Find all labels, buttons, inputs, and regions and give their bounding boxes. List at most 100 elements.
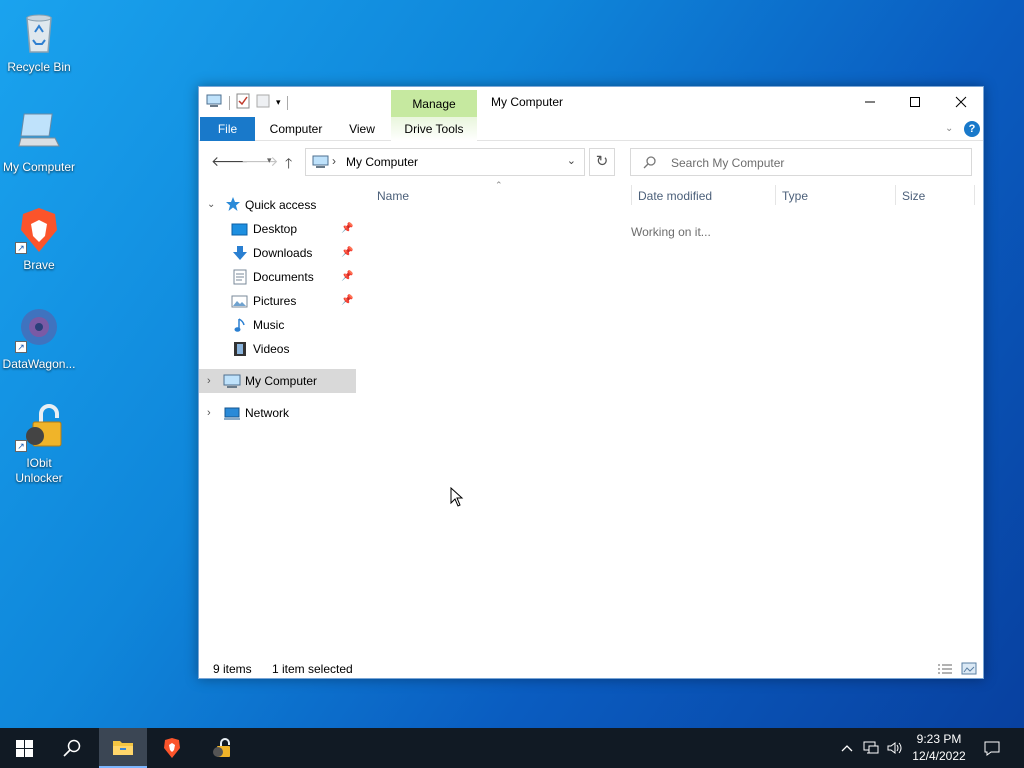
up-button[interactable]: 🡑 xyxy=(285,153,292,177)
show-hidden-icons-button[interactable] xyxy=(838,728,856,768)
column-header-date-modified[interactable]: Date modified xyxy=(638,189,712,203)
clock[interactable]: 9:23 PM 12/4/2022 xyxy=(907,731,971,765)
taskbar-iobit-unlocker[interactable] xyxy=(196,728,244,768)
column-separator[interactable] xyxy=(974,185,975,205)
search-input[interactable]: Search My Computer xyxy=(630,148,972,176)
mouse-cursor-icon xyxy=(450,486,464,510)
expand-chevron-icon[interactable]: › xyxy=(207,401,211,425)
network-tray-button[interactable] xyxy=(860,728,882,768)
column-separator[interactable] xyxy=(895,185,896,205)
address-row: 🡐 🡒 ▾ 🡑 › My Computer ⌄ ↻ Search My Comp… xyxy=(199,141,983,181)
desktop-icon-label: My Computer xyxy=(2,160,76,174)
network-icon xyxy=(863,741,879,754)
navigation-pane: ⌄ Quick access Desktop 📌 Downloads 📌 Doc… xyxy=(199,181,356,659)
nav-label: Documents xyxy=(253,270,314,284)
recent-locations-icon[interactable]: ▾ xyxy=(267,155,272,166)
datawagon-icon: ↗ xyxy=(15,305,63,353)
sort-up-icon: ⌃ xyxy=(495,180,503,190)
nav-label: Downloads xyxy=(253,246,313,260)
nav-music[interactable]: Music xyxy=(199,313,356,337)
brave-icon: ↗ xyxy=(15,206,63,254)
status-bar: 9 items 1 item selected xyxy=(199,659,983,679)
customize-toolbar-icon[interactable]: ▾ xyxy=(276,97,281,108)
desktop-icon-brave[interactable]: ↗ Brave xyxy=(1,206,77,273)
taskbar-file-explorer[interactable] xyxy=(99,728,147,768)
nav-my-computer[interactable]: › My Computer xyxy=(199,369,356,393)
desktop-icon-iobit-unlocker[interactable]: ↗ IObit Unlocker xyxy=(1,404,77,486)
nav-network[interactable]: › Network xyxy=(199,401,356,425)
minimize-button[interactable] xyxy=(847,87,893,117)
manage-tab[interactable]: Manage xyxy=(391,90,477,118)
nav-label: My Computer xyxy=(245,374,318,388)
taskbar-brave[interactable] xyxy=(148,728,196,768)
pin-icon: 📌 xyxy=(341,295,354,306)
network-icon xyxy=(223,405,241,429)
search-button[interactable] xyxy=(48,728,96,768)
desktop-icon-my-computer[interactable]: My Computer xyxy=(1,108,77,175)
recycle-bin-icon xyxy=(15,8,63,56)
selection-count: 1 item selected xyxy=(272,662,353,676)
shortcut-arrow-icon: ↗ xyxy=(15,341,27,353)
taskbar: 9:23 PM 12/4/2022 xyxy=(0,728,1024,768)
computer-icon xyxy=(15,108,63,156)
tab-computer[interactable]: Computer xyxy=(261,117,331,141)
computer-icon[interactable] xyxy=(205,94,223,111)
close-button[interactable] xyxy=(938,87,984,117)
breadcrumb-chevron-icon: › xyxy=(332,154,336,168)
column-separator[interactable] xyxy=(775,185,776,205)
nav-documents[interactable]: Documents 📌 xyxy=(199,265,356,289)
help-icon[interactable]: ? xyxy=(964,121,980,137)
item-count: 9 items xyxy=(213,662,252,676)
nav-desktop[interactable]: Desktop 📌 xyxy=(199,217,356,241)
collapse-chevron-icon[interactable]: ⌄ xyxy=(207,193,215,217)
desktop-icon-datawagon[interactable]: ↗ DataWagon... xyxy=(1,305,77,372)
title-bar: ▾ Manage My Computer xyxy=(199,87,984,118)
volume-tray-button[interactable] xyxy=(884,728,906,768)
nav-videos[interactable]: Videos xyxy=(199,337,356,361)
search-placeholder: Search My Computer xyxy=(671,156,785,170)
forward-button[interactable]: 🡒 xyxy=(241,153,279,170)
file-list: ⌃ Name Date modified Type Size Working o… xyxy=(359,180,979,659)
tab-file[interactable]: File xyxy=(200,117,255,141)
column-header-name[interactable]: Name xyxy=(377,189,409,203)
search-icon xyxy=(63,739,81,757)
iobit-unlocker-icon: ↗ xyxy=(15,404,63,452)
computer-icon xyxy=(312,155,330,172)
expand-ribbon-icon[interactable]: ⌄ xyxy=(945,123,953,134)
nav-pictures[interactable]: Pictures 📌 xyxy=(199,289,356,313)
address-bar[interactable]: › My Computer ⌄ xyxy=(305,148,585,176)
desktop-icon-label: Recycle Bin xyxy=(7,60,71,74)
expand-chevron-icon[interactable]: › xyxy=(207,369,211,393)
clock-date: 12/4/2022 xyxy=(912,749,966,763)
ribbon-tabs: File Computer View Drive Tools ⌄ ? xyxy=(199,117,983,141)
maximize-button[interactable] xyxy=(892,87,938,117)
search-icon xyxy=(643,155,657,172)
refresh-button[interactable]: ↻ xyxy=(589,148,615,176)
explorer-window: ▾ Manage My Computer File Computer View … xyxy=(198,86,984,679)
iobit-unlocker-icon xyxy=(213,738,230,757)
nav-quick-access[interactable]: ⌄ Quick access xyxy=(199,193,356,217)
breadcrumb[interactable]: My Computer xyxy=(346,155,418,169)
windows-logo-icon xyxy=(15,739,33,757)
nav-label: Pictures xyxy=(253,294,297,308)
action-center-button[interactable] xyxy=(978,728,1006,768)
separator xyxy=(229,95,230,110)
nav-label: Network xyxy=(245,406,290,420)
tab-drive-tools[interactable]: Drive Tools xyxy=(391,117,477,141)
new-folder-icon[interactable] xyxy=(256,93,270,112)
properties-icon[interactable] xyxy=(236,93,250,112)
details-view-icon[interactable] xyxy=(937,663,953,678)
shortcut-arrow-icon: ↗ xyxy=(15,242,27,254)
desktop-icon-recycle-bin[interactable]: Recycle Bin xyxy=(1,8,77,75)
column-header-type[interactable]: Type xyxy=(782,189,808,203)
tab-view[interactable]: View xyxy=(339,117,385,141)
desktop-icon-label: IObit Unlocker xyxy=(15,456,63,485)
address-dropdown-icon[interactable]: ⌄ xyxy=(567,154,576,167)
column-header-size[interactable]: Size xyxy=(902,189,925,203)
large-icons-view-icon[interactable] xyxy=(961,662,977,678)
column-separator[interactable] xyxy=(631,185,632,205)
nav-downloads[interactable]: Downloads 📌 xyxy=(199,241,356,265)
shortcut-arrow-icon: ↗ xyxy=(15,440,27,452)
pin-icon: 📌 xyxy=(341,247,354,258)
start-button[interactable] xyxy=(0,728,48,768)
